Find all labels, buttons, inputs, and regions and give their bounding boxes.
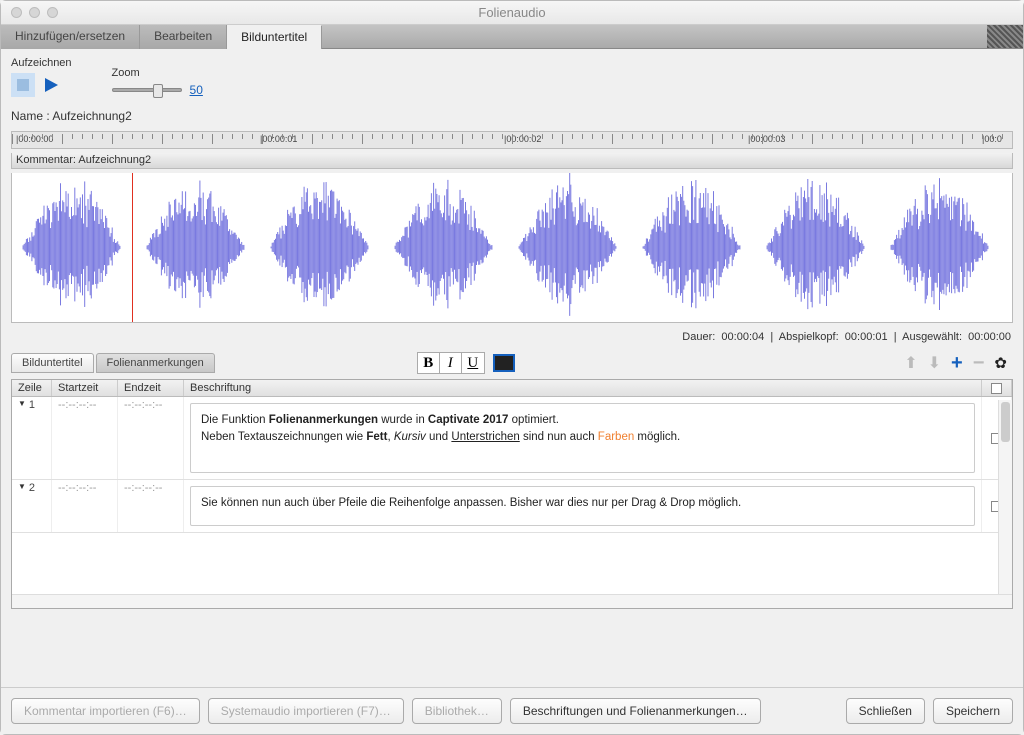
notes-table: Zeile Startzeit Endzeit Beschriftung ▼1 … — [11, 379, 1013, 609]
table-body: ▼1 --:--:--:-- --:--:--:-- Die Funktion … — [12, 397, 1012, 594]
footer-bar: Kommentar importieren (F6)… Systemaudio … — [1, 687, 1023, 734]
duration-label: Dauer: — [682, 331, 715, 343]
table-row[interactable]: ▼2 --:--:--:-- --:--:--:-- Sie können nu… — [12, 480, 1012, 533]
move-up-icon[interactable]: ⬆ — [904, 353, 917, 373]
disclosure-icon[interactable]: ▼ — [18, 482, 26, 491]
play-button[interactable] — [39, 73, 63, 97]
underline-button[interactable]: U — [462, 353, 484, 373]
timeline-ruler[interactable]: |00:00:00 |00:00:01 |00:00:02 |00:00:03 … — [11, 131, 1013, 149]
name-value: Aufzeichnung2 — [52, 109, 131, 123]
playhead-label: Abspielkopf: — [779, 331, 839, 343]
add-row-icon[interactable]: + — [951, 352, 963, 375]
record-button[interactable] — [11, 73, 35, 97]
main-tabstrip: Hinzufügen/ersetzen Bearbeiten Bildunter… — [1, 25, 1023, 49]
scrollbar-thumb[interactable] — [1001, 402, 1010, 442]
tabstrip-grip — [987, 25, 1023, 48]
ruler-tick-3: |00:00:03 — [748, 134, 785, 144]
bold-button[interactable]: B — [418, 353, 440, 373]
save-button[interactable]: Speichern — [933, 698, 1013, 724]
zoom-group: Zoom 50 — [112, 67, 203, 97]
status-row: Dauer: 00:00:04 | Abspielkopf: 00:00:01 … — [11, 327, 1013, 347]
import-comment-button[interactable]: Kommentar importieren (F6)… — [11, 698, 200, 724]
disclosure-icon[interactable]: ▼ — [18, 399, 26, 408]
vertical-scrollbar[interactable] — [998, 400, 1012, 594]
record-group: Aufzeichnen — [11, 57, 72, 97]
comment-track-label: Kommentar: Aufzeichnung2 — [11, 153, 1013, 169]
row-end[interactable]: --:--:--:-- — [118, 480, 184, 532]
col-beschr[interactable]: Beschriftung — [184, 380, 982, 396]
captions-notes-button[interactable]: Beschriftungen und Folienanmerkungen… — [510, 698, 761, 724]
horizontal-scrollbar[interactable] — [12, 594, 1012, 608]
row-start[interactable]: --:--:--:-- — [52, 480, 118, 532]
table-header: Zeile Startzeit Endzeit Beschriftung — [12, 380, 1012, 397]
col-zeile[interactable]: Zeile — [12, 380, 52, 396]
header-checkbox[interactable] — [991, 383, 1002, 394]
selected-value: 00:00:00 — [968, 331, 1011, 343]
row-end[interactable]: --:--:--:-- — [118, 397, 184, 479]
zoom-slider[interactable] — [112, 88, 182, 92]
close-button[interactable]: Schließen — [846, 698, 925, 724]
tab-edit[interactable]: Bearbeiten — [140, 25, 227, 49]
playhead-indicator[interactable] — [132, 173, 133, 322]
format-group: B I U — [417, 352, 485, 374]
note-editor[interactable]: Die Funktion Folienanmerkungen wurde in … — [190, 403, 975, 473]
col-end[interactable]: Endzeit — [118, 380, 184, 396]
col-checkbox[interactable] — [982, 380, 1012, 396]
italic-button[interactable]: I — [440, 353, 462, 373]
window-title: Folienaudio — [1, 5, 1023, 20]
move-down-icon[interactable]: ⬇ — [928, 353, 941, 373]
window-titlebar: Folienaudio — [1, 1, 1023, 25]
zoom-value[interactable]: 50 — [190, 83, 203, 97]
row-number: 2 — [29, 482, 35, 494]
col-start[interactable]: Startzeit — [52, 380, 118, 396]
import-systemaudio-button[interactable]: Systemaudio importieren (F7)… — [208, 698, 404, 724]
tab-captions[interactable]: Bilduntertitel — [227, 25, 322, 49]
playhead-value: 00:00:01 — [845, 331, 888, 343]
name-row: Name : Aufzeichnung2 — [11, 109, 1013, 123]
selected-label: Ausgewählt: — [902, 331, 962, 343]
remove-row-icon[interactable]: − — [973, 352, 985, 375]
zoom-label: Zoom — [112, 67, 203, 79]
gear-icon[interactable]: ✿ — [994, 354, 1007, 372]
row-start[interactable]: --:--:--:-- — [52, 397, 118, 479]
duration-value: 00:00:04 — [721, 331, 764, 343]
name-label: Name : — [11, 109, 50, 123]
library-button[interactable]: Bibliothek… — [412, 698, 502, 724]
note-editor[interactable]: Sie können nun auch über Pfeile die Reih… — [190, 486, 975, 526]
zoom-slider-thumb[interactable] — [153, 84, 163, 98]
row-number: 1 — [29, 399, 35, 411]
subtab-slide-notes[interactable]: Folienanmerkungen — [96, 353, 215, 373]
table-row[interactable]: ▼1 --:--:--:-- --:--:--:-- Die Funktion … — [12, 397, 1012, 480]
waveform-area[interactable] — [11, 173, 1013, 323]
subtab-captions[interactable]: Bilduntertitel — [11, 353, 94, 373]
monitor-icon[interactable] — [493, 354, 515, 372]
tab-add-replace[interactable]: Hinzufügen/ersetzen — [1, 25, 140, 49]
record-label: Aufzeichnen — [11, 57, 72, 69]
